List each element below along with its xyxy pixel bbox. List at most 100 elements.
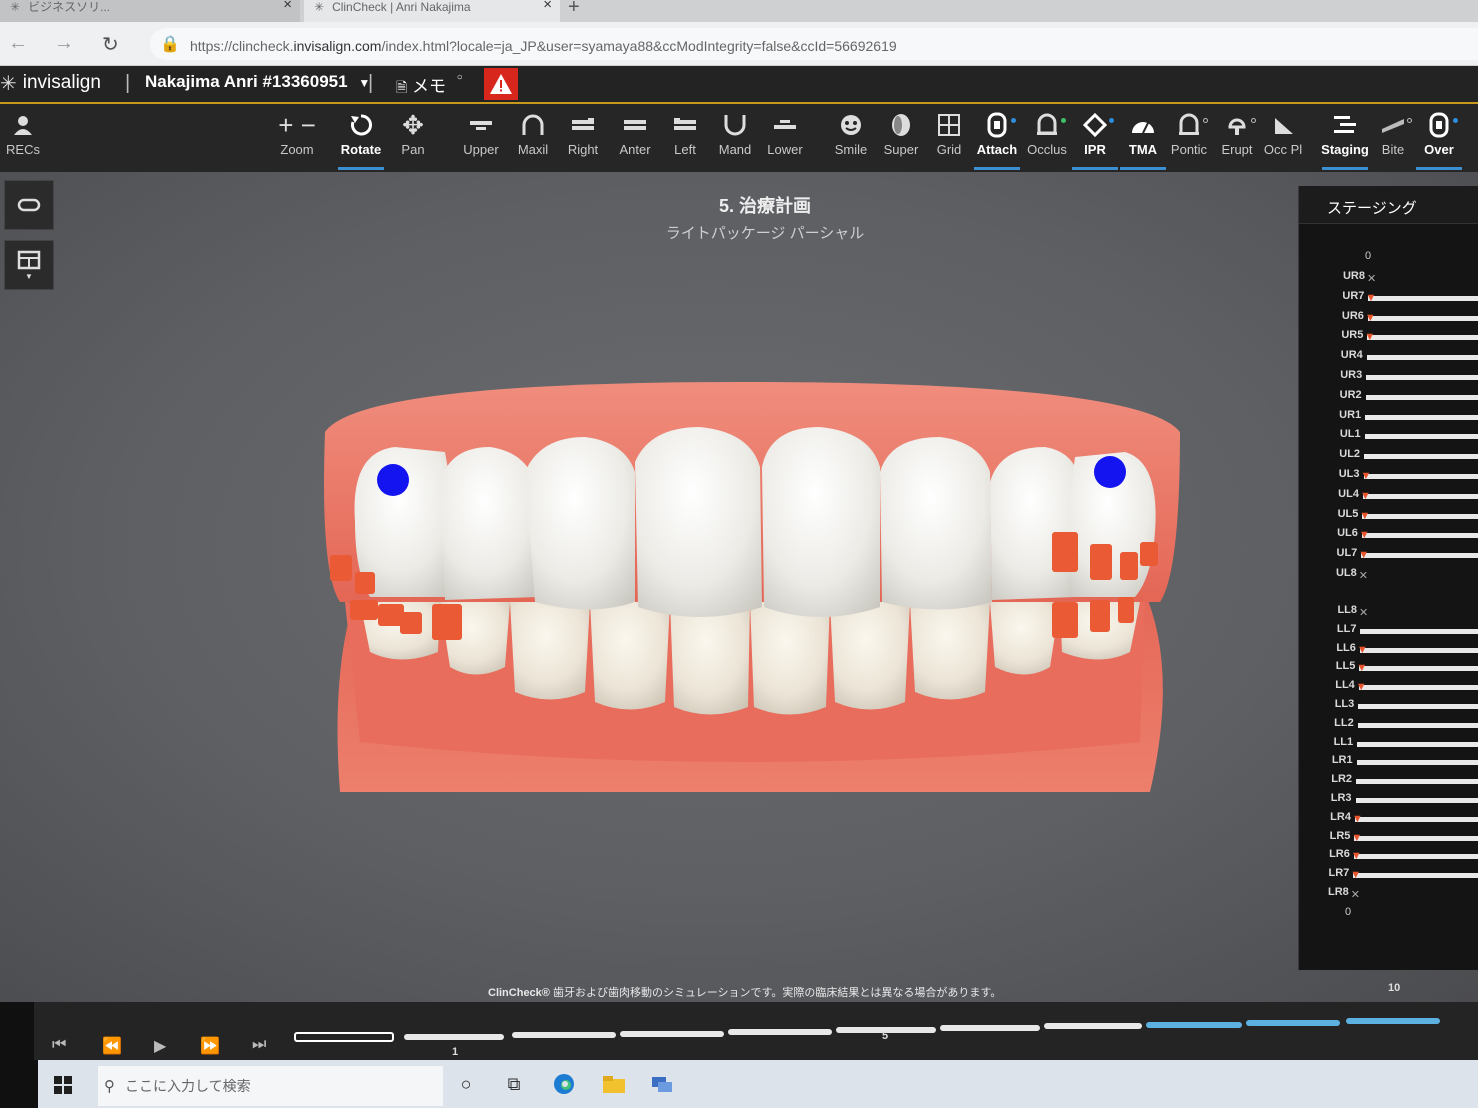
toolbar-ipr-button[interactable]: IPR	[1068, 108, 1122, 170]
stage-segment[interactable]	[404, 1034, 504, 1041]
attachment-marker-icon: ▼	[1356, 662, 1368, 675]
stage-segment[interactable]	[728, 1028, 832, 1035]
staging-row-ur2[interactable]: UR2	[1299, 389, 1478, 405]
view-mode-button[interactable]	[4, 180, 54, 230]
current-stage-segment[interactable]	[294, 1032, 394, 1042]
windows-start-icon[interactable]	[54, 1076, 72, 1094]
toolbar-maxil-button[interactable]: Maxil	[506, 108, 560, 168]
toolbar-zoom-button[interactable]: + − Zoom	[270, 108, 324, 168]
toolbar-grid-button[interactable]: Grid	[922, 108, 976, 168]
staging-row-ll6[interactable]: LL6 ▼	[1299, 642, 1478, 658]
staging-row-ur4[interactable]: UR4	[1299, 349, 1478, 365]
staging-row-ur1[interactable]: UR1	[1299, 409, 1478, 425]
step-back-icon[interactable]: ⏪	[102, 1036, 122, 1056]
toolbar-smile-button[interactable]: Smile	[824, 108, 878, 168]
staging-row-ur3[interactable]: UR3	[1299, 369, 1478, 385]
url-field[interactable]: 🔒 https://clincheck.invisalign.com/index…	[150, 28, 1478, 60]
back-icon[interactable]: ←	[8, 32, 28, 55]
new-tab-icon[interactable]: +	[568, 0, 580, 19]
toolbar-pan-button[interactable]: ✥ Pan	[386, 108, 440, 168]
staging-row-ll5[interactable]: LL5 ▼	[1299, 660, 1478, 676]
staging-row-ul3[interactable]: UL3 ▼	[1299, 468, 1478, 484]
play-icon[interactable]: ▶	[154, 1036, 166, 1056]
stage-segment[interactable]	[1246, 1019, 1340, 1026]
tab-close-icon[interactable]: ×	[543, 0, 552, 12]
first-stage-icon[interactable]: ⏮	[52, 1036, 66, 1054]
staging-row-ll4[interactable]: LL4 ▼	[1299, 679, 1478, 695]
step-forward-icon[interactable]: ⏩	[200, 1036, 220, 1056]
staging-row-ll3[interactable]: LL3	[1299, 698, 1478, 714]
layout-button[interactable]: ▼	[4, 240, 54, 290]
staging-row-ul4[interactable]: UL4 ▼	[1299, 488, 1478, 504]
edge-browser-icon[interactable]	[550, 1070, 578, 1098]
stage-segment[interactable]	[940, 1025, 1040, 1032]
status-dot-icon	[1203, 118, 1208, 123]
staging-row-lr8[interactable]: LR8 ✕	[1299, 886, 1478, 902]
toolbar-right-button[interactable]: Right	[556, 108, 610, 168]
stage-segment[interactable]	[1044, 1023, 1142, 1030]
toolbar-occlus-button[interactable]: Occlus	[1020, 108, 1074, 168]
divider: |	[368, 72, 374, 94]
stage-segment[interactable]	[512, 1032, 616, 1039]
toolbar-rotate-button[interactable]: Rotate	[334, 108, 388, 170]
smile-icon	[824, 108, 878, 142]
stage-segment[interactable]	[1146, 1021, 1242, 1028]
staging-row-lr6[interactable]: LR6 ▼	[1299, 848, 1478, 864]
staging-row-ul8[interactable]: UL8 ✕	[1299, 567, 1478, 583]
staging-row-ll7[interactable]: LL7	[1299, 623, 1478, 639]
marker-right[interactable]	[1094, 456, 1126, 488]
task-view-icon[interactable]: ⧉	[500, 1070, 528, 1098]
taskbar-search-input[interactable]: ⚲ ここに入力して検索	[98, 1066, 443, 1106]
tab-close-icon[interactable]: ×	[283, 0, 292, 12]
toolbar-super-button[interactable]: Super	[874, 108, 928, 168]
browser-tab[interactable]: ✳ ビジネスソリ... ×	[0, 0, 300, 22]
3d-viewport[interactable]: ▼ 5. 治療計画 ライトパッケージ パーシャル ClinCheck® 歯牙およ…	[0, 172, 1478, 1002]
forward-icon[interactable]: →	[54, 32, 74, 55]
staging-row-ll1[interactable]: LL1	[1299, 736, 1478, 752]
toolbar-attach-button[interactable]: Attach	[970, 108, 1024, 170]
toolbar-staging-button[interactable]: Staging	[1318, 108, 1372, 170]
memo-button[interactable]: 🗎 メモ ○	[396, 72, 463, 101]
staging-row-ul5[interactable]: UL5 ▼	[1299, 508, 1478, 524]
staging-row-lr4[interactable]: LR4 ▼	[1299, 811, 1478, 827]
toolbar-occpl-button[interactable]: Occ Pl	[1256, 108, 1310, 168]
stage-bar	[1356, 760, 1478, 766]
staging-row-ur5[interactable]: UR5 ▼	[1299, 329, 1478, 345]
toolbar-mand-button[interactable]: Mand	[708, 108, 762, 168]
attachment-marker-icon: ▼	[1360, 470, 1372, 482]
staging-row-ur6[interactable]: UR6 ▼	[1299, 310, 1478, 326]
toolbar-left-button[interactable]: Left	[658, 108, 712, 168]
toolbar-recs-button[interactable]: RECs	[0, 108, 46, 168]
invisalign-logo: ✳ invisalign	[0, 72, 101, 95]
staging-row-ur8[interactable]: UR8 ✕	[1299, 270, 1478, 286]
last-stage-icon[interactable]: ⏭	[252, 1036, 266, 1054]
toolbar-over-button[interactable]: Over	[1412, 108, 1466, 170]
toolbar-lower-button[interactable]: Lower	[758, 108, 812, 168]
staging-row-lr2[interactable]: LR2	[1299, 773, 1478, 789]
network-app-icon[interactable]	[648, 1070, 676, 1098]
staging-row-ur7[interactable]: UR7 ▼	[1299, 290, 1478, 306]
staging-row-ul7[interactable]: UL7 ▼	[1299, 547, 1478, 563]
toolbar-anter-button[interactable]: Anter	[608, 108, 662, 168]
marker-left[interactable]	[377, 464, 409, 496]
stage-segment[interactable]	[620, 1030, 724, 1037]
patient-selector[interactable]: Nakajima Anri #13360951 ▼	[145, 72, 370, 92]
reload-icon[interactable]: ↻	[102, 32, 119, 57]
staging-row-ul1[interactable]: UL1	[1299, 428, 1478, 444]
staging-row-ll2[interactable]: LL2	[1299, 717, 1478, 733]
teeth-model[interactable]	[300, 372, 1200, 792]
file-explorer-icon[interactable]	[600, 1070, 628, 1098]
toolbar-pontic-button[interactable]: Pontic	[1162, 108, 1216, 168]
warning-button[interactable]	[484, 68, 518, 100]
staging-row-ul2[interactable]: UL2	[1299, 448, 1478, 464]
staging-row-lr3[interactable]: LR3	[1299, 792, 1478, 808]
cortana-icon[interactable]: ○	[452, 1070, 480, 1098]
staging-row-ll8[interactable]: LL8 ✕	[1299, 604, 1478, 620]
toolbar-upper-button[interactable]: Upper	[454, 108, 508, 168]
staging-row-lr1[interactable]: LR1	[1299, 754, 1478, 770]
staging-row-lr7[interactable]: LR7 ▼	[1299, 867, 1478, 883]
stage-segment[interactable]	[1346, 1018, 1440, 1024]
browser-tab-active[interactable]: ✳ ClinCheck | Anri Nakajima ×	[304, 0, 560, 22]
staging-row-ul6[interactable]: UL6 ▼	[1299, 527, 1478, 543]
staging-row-lr5[interactable]: LR5 ▼	[1299, 830, 1478, 846]
